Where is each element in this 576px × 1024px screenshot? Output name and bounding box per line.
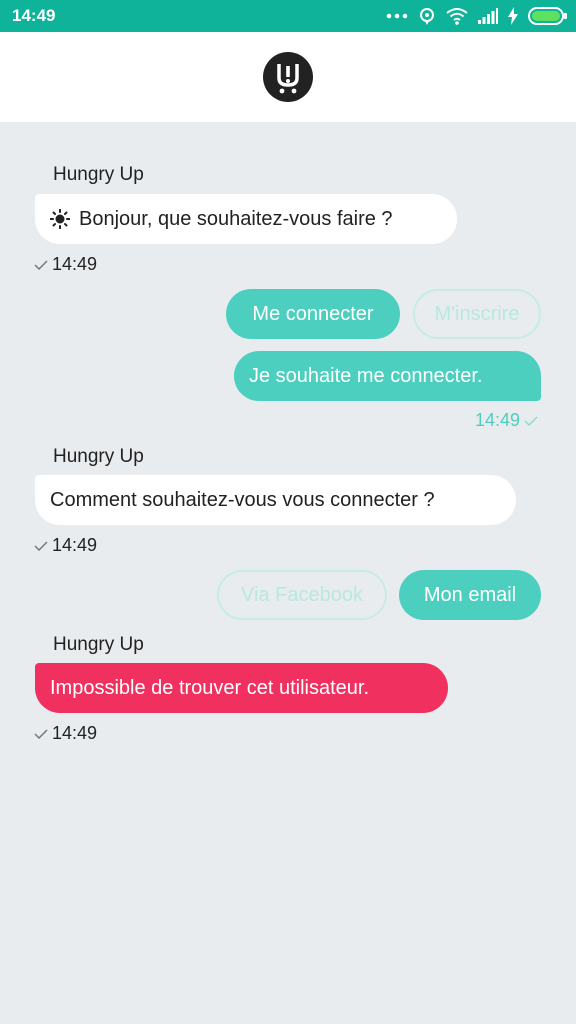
hotspot-icon xyxy=(420,8,434,25)
message-text: Bonjour, que souhaitez-vous faire ? xyxy=(79,208,393,230)
error-message-text: Impossible de trouver cet utilisateur. xyxy=(50,677,370,699)
battery-icon xyxy=(528,7,567,25)
checkmark-icon xyxy=(34,728,48,739)
wifi-icon xyxy=(446,8,468,25)
chat-thread[interactable]: Hungry Up Bonjour, que souhaitez-vous fa… xyxy=(0,122,576,1024)
status-icons xyxy=(386,5,568,27)
message-text: Comment souhaitez-vous vous connecter ? xyxy=(50,489,435,511)
app-header xyxy=(0,32,576,122)
checkmark-icon xyxy=(524,415,538,426)
checkmark-icon xyxy=(34,259,48,270)
checkmark-icon xyxy=(34,540,48,551)
error-message-bubble: Impossible de trouver cet utilisateur. xyxy=(35,663,448,713)
status-time: 14:49 xyxy=(12,6,56,25)
mon-email-button[interactable]: Mon email xyxy=(399,570,541,620)
user-message-text: Je souhaite me connecter. xyxy=(249,365,483,387)
message-sender: Hungry Up xyxy=(53,446,144,467)
charging-icon xyxy=(508,7,518,25)
hungry-up-logo xyxy=(263,52,313,102)
timestamp-text: 14:49 xyxy=(52,723,98,743)
message-timestamp: 14:49 xyxy=(34,254,97,275)
bot-message-bubble: Comment souhaitez-vous vous connecter ? xyxy=(35,475,516,525)
me-connecter-button[interactable]: Me connecter xyxy=(226,289,400,339)
via-facebook-button[interactable]: Via Facebook xyxy=(217,570,387,620)
message-sender: Hungry Up xyxy=(53,634,144,655)
user-message-timestamp: 14:49 xyxy=(475,410,538,431)
message-sender: Hungry Up xyxy=(53,164,144,185)
message-timestamp: 14:49 xyxy=(34,535,97,556)
minscrire-button[interactable]: M'inscrire xyxy=(413,289,541,339)
sun-icon xyxy=(50,209,70,229)
timestamp-text: 14:49 xyxy=(52,535,98,555)
status-bar: 14:49 xyxy=(0,0,576,32)
timestamp-text: 14:49 xyxy=(475,410,521,430)
signal-icon xyxy=(478,8,498,24)
user-message-bubble: Je souhaite me connecter. xyxy=(234,351,541,401)
message-timestamp: 14:49 xyxy=(34,723,97,744)
timestamp-text: 14:49 xyxy=(52,254,98,274)
more-dots-icon xyxy=(386,13,408,19)
bot-message-bubble: Bonjour, que souhaitez-vous faire ? xyxy=(35,194,457,244)
